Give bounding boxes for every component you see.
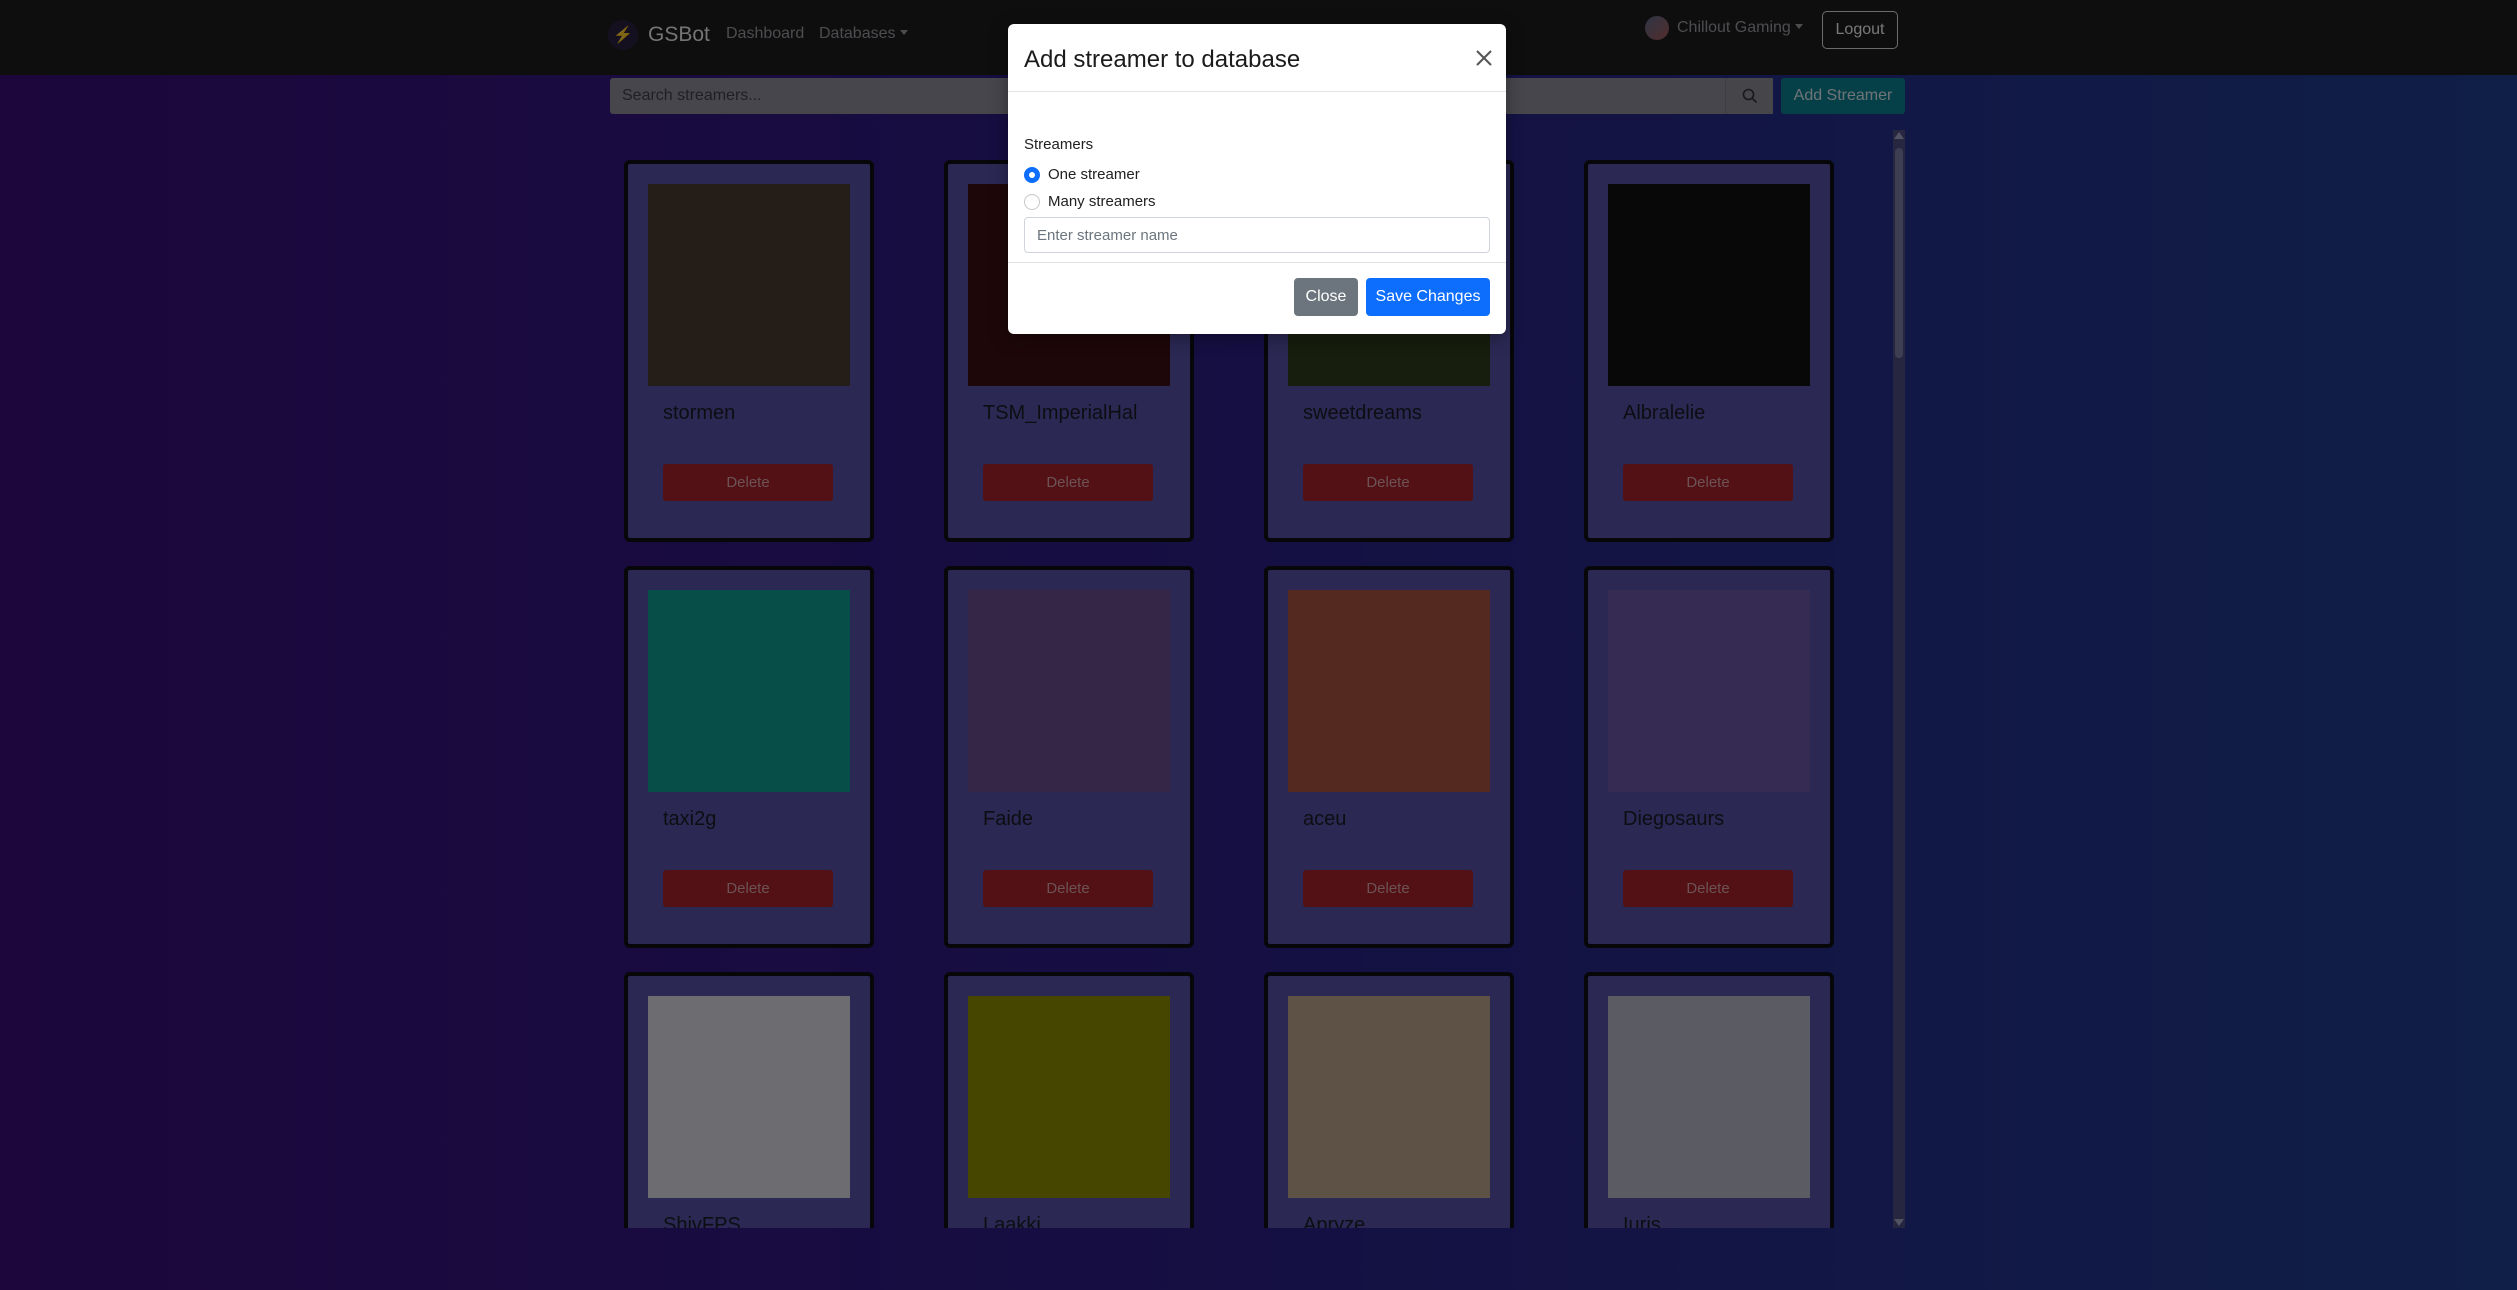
close-button[interactable]: Close [1294,278,1358,316]
radio-one-label: One streamer [1048,166,1140,183]
add-streamer-modal: Add streamer to database Streamers One s… [1008,24,1506,334]
streamer-name-input[interactable] [1024,217,1490,253]
radio-many-streamers[interactable]: Many streamers [1024,193,1156,210]
streamers-label: Streamers [1024,136,1094,153]
radio-many-indicator[interactable] [1024,193,1040,210]
modal-header: Add streamer to database [1008,24,1506,92]
close-icon[interactable] [1472,46,1496,70]
modal-title: Add streamer to database [1024,46,1301,73]
radio-many-label: Many streamers [1048,193,1156,210]
save-changes-button[interactable]: Save Changes [1366,278,1490,316]
radio-one-streamer[interactable]: One streamer [1024,166,1140,183]
modal-footer: Close Save Changes [1008,262,1506,334]
radio-one-indicator[interactable] [1024,166,1040,183]
